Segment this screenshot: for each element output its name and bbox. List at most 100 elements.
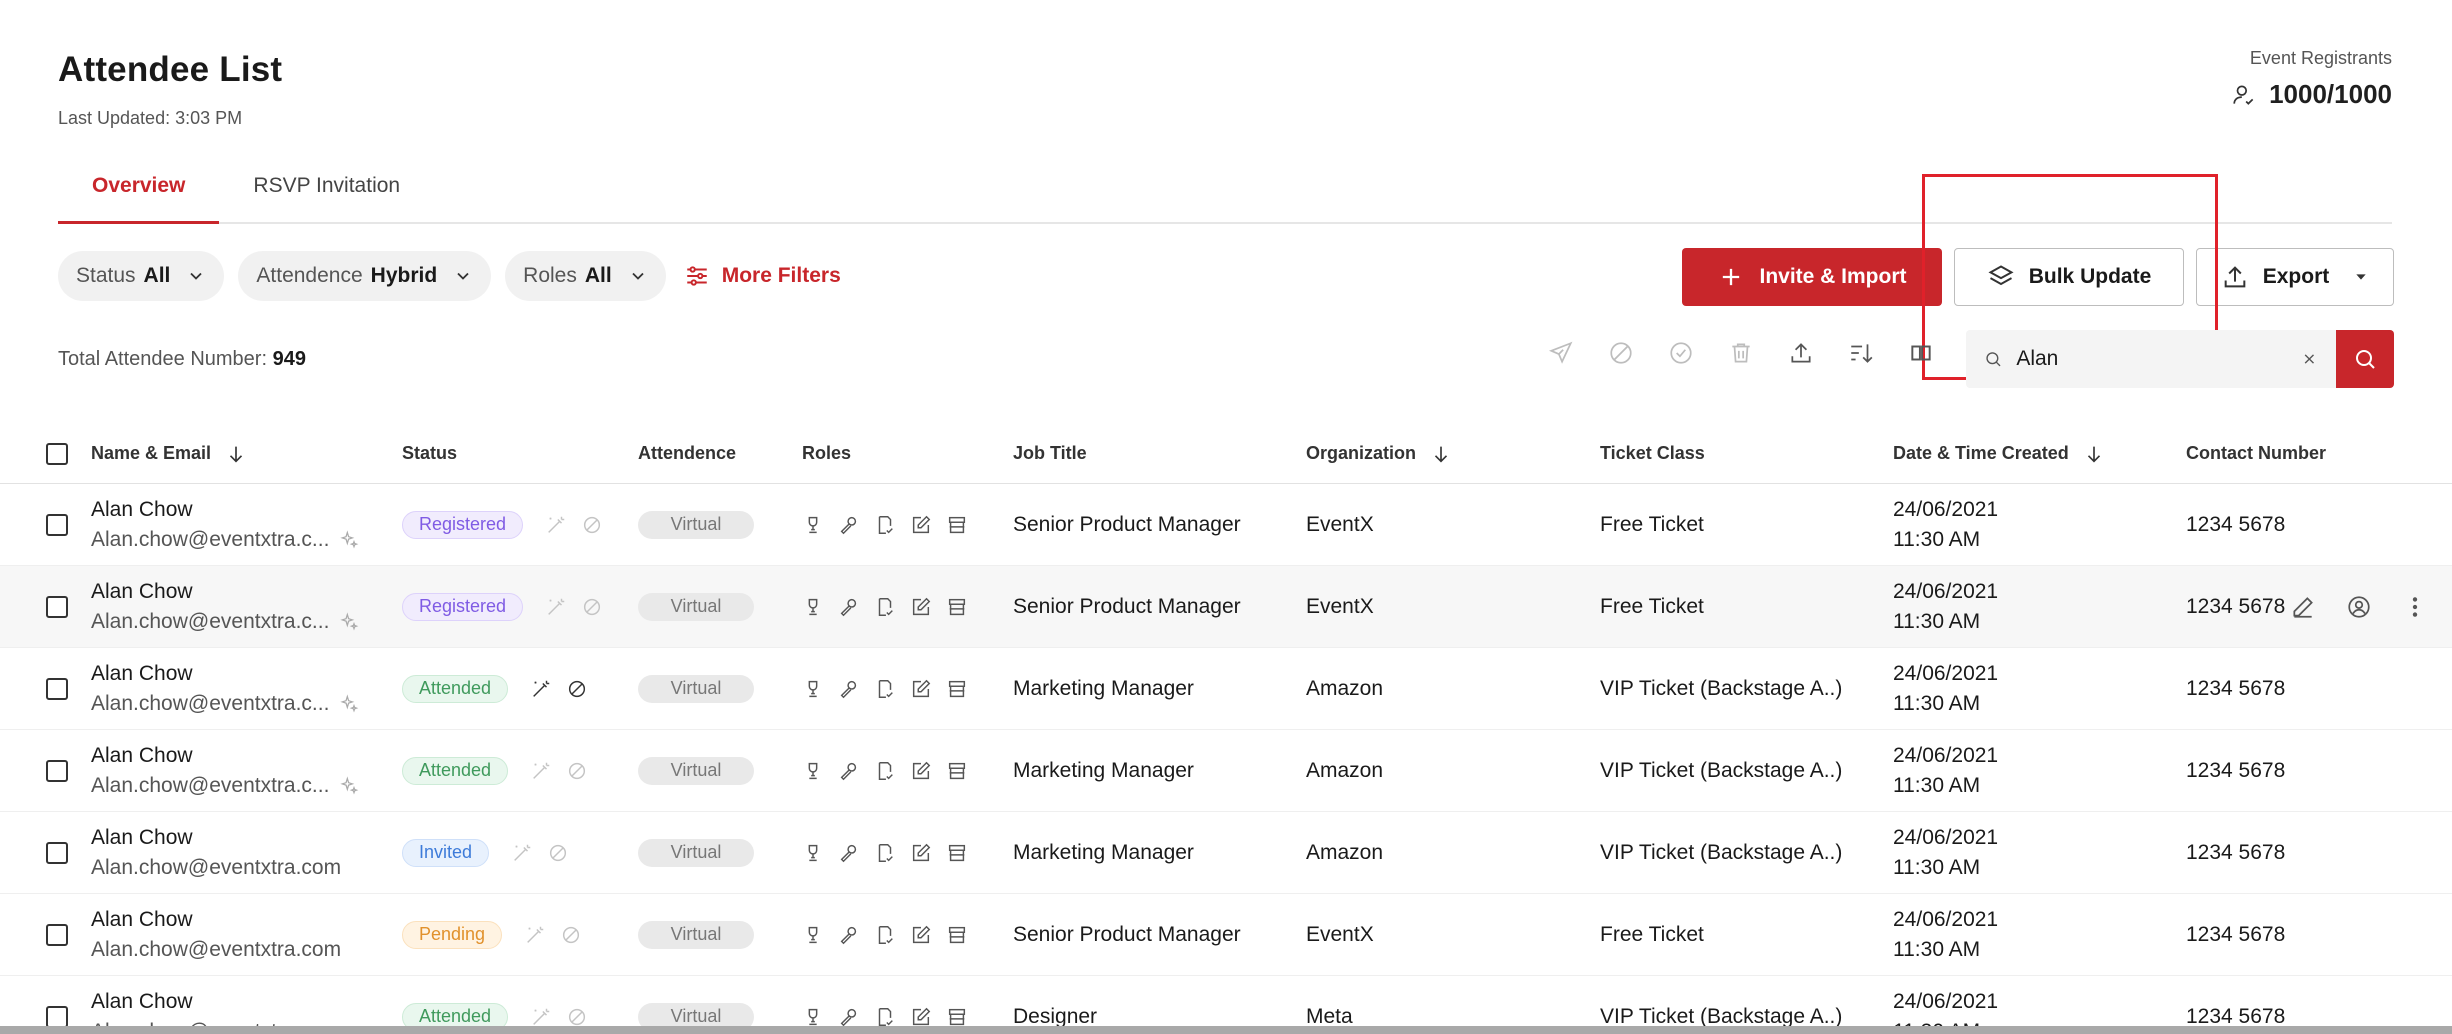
row-checkbox[interactable] [46, 677, 68, 700]
close-icon[interactable] [2301, 349, 2318, 369]
attendee-name: Alan Chow [91, 579, 193, 603]
magic-wand-icon[interactable] [530, 760, 552, 782]
attendence-badge: Virtual [638, 920, 754, 949]
table-row[interactable]: Alan Chow Alan.chow@eventxtra.c... Atten… [0, 648, 2452, 730]
more-vertical-icon[interactable] [2402, 594, 2428, 620]
trophy-icon [808, 516, 818, 533]
block-icon[interactable] [566, 1006, 588, 1028]
layers-icon [1988, 265, 2014, 286]
more-filters-button[interactable]: More Filters [684, 263, 841, 289]
job-title: Senior Product Manager [1013, 922, 1241, 946]
tab-bar: Overview RSVP Invitation [58, 160, 2392, 224]
organization: EventX [1306, 512, 1374, 536]
plus-icon [1723, 268, 1740, 286]
row-checkbox[interactable] [46, 759, 68, 782]
mic-icon [840, 1008, 857, 1026]
time-created: 11:30 AM [1893, 527, 1981, 551]
edit-box-icon [912, 597, 931, 615]
trophy-icon [808, 680, 818, 697]
block-icon[interactable] [566, 760, 588, 782]
ticket-class: VIP Ticket (Backstage A..) [1600, 758, 1843, 782]
table-row[interactable]: Alan Chow Alan.chow@eventxtra.com Invite… [0, 812, 2452, 894]
tab-rsvp-invitation[interactable]: RSVP Invitation [219, 160, 434, 224]
row-checkbox[interactable] [46, 923, 68, 946]
table-row[interactable]: Alan Chow Alan.chow@eventxtra.c... Atten… [0, 730, 2452, 812]
attendee-name: Alan Chow [91, 825, 193, 849]
magic-wand-icon[interactable] [524, 924, 546, 946]
ticket-class: Free Ticket [1600, 594, 1704, 618]
mic-icon [840, 926, 857, 944]
check-circle-icon[interactable] [1668, 340, 1694, 366]
organization: Amazon [1306, 758, 1384, 782]
attendee-email: Alan.chow@eventxtra.c... [91, 609, 330, 633]
sparkle-icon [340, 775, 359, 794]
action-buttons: Invite & Import Bulk Update Export [1682, 248, 2394, 306]
date-created: 24/06/2021 [1893, 497, 1999, 521]
filter-status[interactable]: Status All [58, 251, 225, 301]
horizontal-scrollbar[interactable] [0, 1026, 2452, 1034]
block-icon[interactable] [560, 924, 582, 946]
user-circle-icon[interactable] [2346, 594, 2372, 620]
row-checkbox[interactable] [46, 513, 68, 536]
header-date-created[interactable]: Date & Time Created [1893, 443, 2105, 465]
organization: Amazon [1306, 840, 1384, 864]
search-input[interactable] [2016, 347, 2288, 371]
table-row[interactable]: Alan Chow Alan.chow@eventxtra.c... Regis… [0, 484, 2452, 566]
block-icon[interactable] [566, 678, 588, 700]
pencil-icon[interactable] [2290, 594, 2316, 620]
tab-overview[interactable]: Overview [58, 160, 220, 224]
archive-icon [948, 844, 966, 861]
invite-import-button[interactable]: Invite & Import [1682, 248, 1942, 306]
archive-icon [948, 680, 966, 697]
block-icon[interactable] [581, 596, 603, 618]
search-box [1966, 330, 2336, 388]
trash-icon[interactable] [1728, 340, 1754, 366]
status-badge: Invited [402, 838, 490, 867]
document-check-icon [878, 515, 893, 534]
header-contact-number: Contact Number [2186, 443, 2327, 463]
header-job-title: Job Title [1013, 443, 1087, 463]
columns-icon[interactable] [1908, 340, 1934, 366]
chevron-down-icon [632, 272, 644, 280]
job-title: Marketing Manager [1013, 840, 1194, 864]
event-registrants: Event Registrants 1000/1000 [2231, 48, 2392, 110]
attendee-email: Alan.chow@eventxtra.com [91, 855, 342, 879]
magic-wand-icon[interactable] [530, 678, 552, 700]
attendee-email: Alan.chow@eventxtra.com [91, 937, 342, 961]
bulk-update-button[interactable]: Bulk Update [1954, 248, 2184, 306]
trophy-icon [808, 844, 818, 861]
table-row[interactable]: Alan Chow Alan.chow@eventxtra.c... Regis… [0, 566, 2452, 648]
row-checkbox[interactable] [46, 841, 68, 864]
row-checkbox[interactable] [46, 595, 68, 618]
row-checkbox[interactable] [46, 1005, 68, 1028]
block-icon[interactable] [581, 514, 603, 536]
contact-number: 1234 5678 [2186, 676, 2286, 700]
magic-wand-icon[interactable] [530, 1006, 552, 1028]
filter-roles[interactable]: Roles All [505, 251, 666, 301]
edit-box-icon [912, 1007, 931, 1025]
attendee-name: Alan Chow [91, 661, 193, 685]
select-all-checkbox[interactable] [46, 442, 68, 465]
sort-down-icon [2087, 446, 2100, 463]
header-name-email[interactable]: Name & Email [91, 443, 247, 465]
ticket-class: Free Ticket [1600, 512, 1704, 536]
job-title: Senior Product Manager [1013, 512, 1241, 536]
header-organization[interactable]: Organization [1306, 443, 1452, 465]
mic-icon [840, 598, 857, 616]
header-roles: Roles [802, 443, 852, 463]
upload-icon[interactable] [1788, 340, 1814, 366]
ticket-class: Free Ticket [1600, 922, 1704, 946]
contact-number: 1234 5678 [2186, 758, 2286, 782]
filter-attendence[interactable]: Attendence Hybrid [238, 251, 492, 301]
table-row[interactable]: Alan Chow Alan.chow@eventxtra.com Pendin… [0, 894, 2452, 976]
block-icon[interactable] [547, 842, 569, 864]
magic-wand-icon[interactable] [511, 842, 533, 864]
magic-wand-icon[interactable] [545, 596, 567, 618]
block-icon[interactable] [1608, 340, 1634, 366]
sort-icon[interactable] [1848, 340, 1874, 366]
magic-wand-icon[interactable] [545, 514, 567, 536]
send-icon[interactable] [1548, 340, 1574, 366]
filter-bar: Status All Attendence Hybrid Roles All More… [58, 251, 841, 301]
search-button[interactable] [2336, 330, 2394, 388]
export-button[interactable]: Export [2196, 248, 2394, 306]
